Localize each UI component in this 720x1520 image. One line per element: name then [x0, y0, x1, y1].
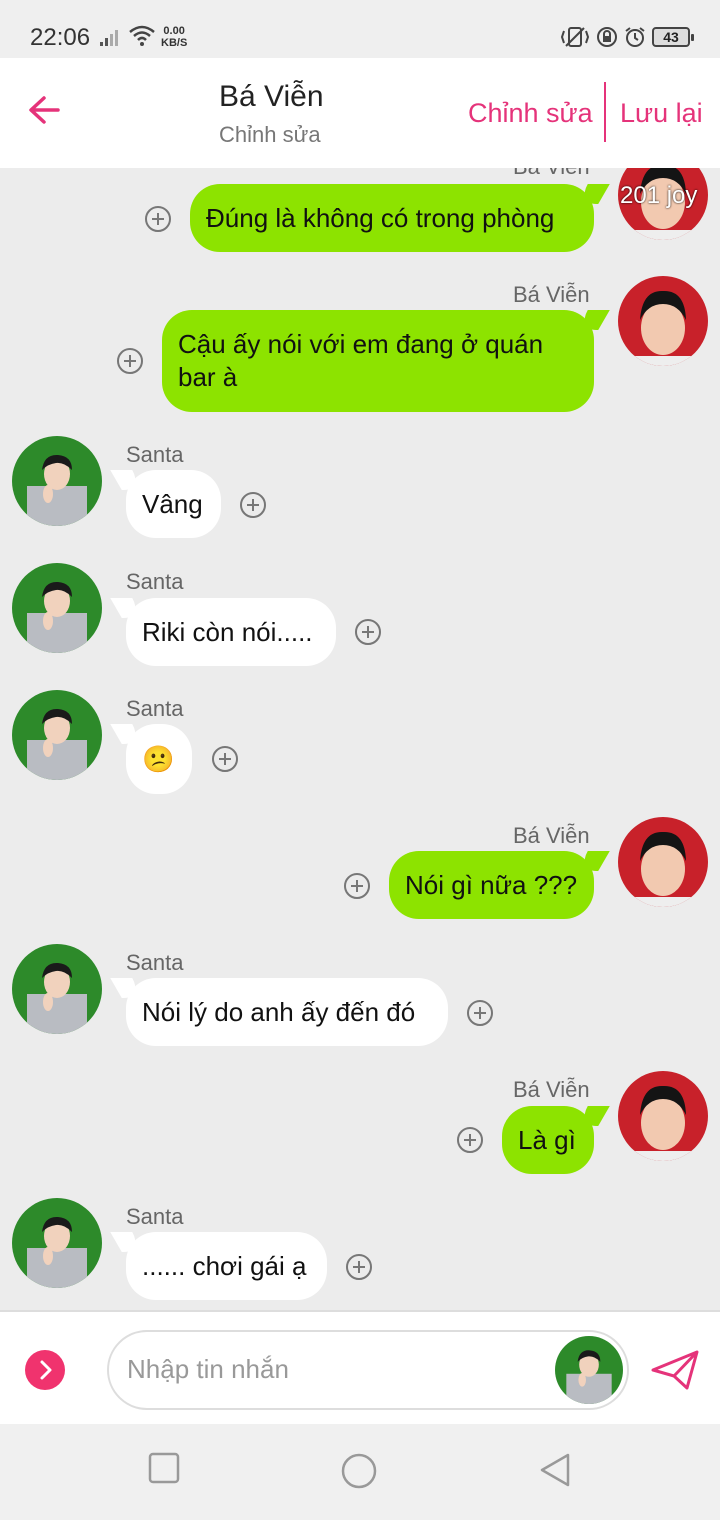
avatar-santa[interactable] [12, 1198, 102, 1288]
rotation-lock-icon [597, 27, 617, 47]
react-plus-icon[interactable] [355, 619, 381, 645]
recent-apps-icon[interactable] [148, 1452, 180, 1484]
expand-menu-button[interactable] [25, 1350, 65, 1390]
message-bubble-sent[interactable]: Là gì [502, 1106, 594, 1174]
page-subtitle: Chỉnh sửa [219, 122, 321, 147]
message-text: Nói lý do anh ấy đến đó [142, 996, 416, 1027]
emoji-confused-icon: 😕 [142, 743, 175, 774]
save-button[interactable]: Lưu lại [620, 98, 703, 129]
react-plus-icon[interactable] [467, 1000, 493, 1026]
react-plus-icon[interactable] [212, 746, 238, 772]
net-speed: 0.00 KB/S [161, 25, 187, 49]
message-bubble-received[interactable]: Riki còn nói..... [126, 598, 336, 666]
message-bubble-received[interactable]: ...... chơi gái ạ [126, 1232, 327, 1300]
avatar-ba-vien[interactable] [618, 817, 708, 907]
avatar-ba-vien[interactable] [618, 1071, 708, 1161]
sender-name: Santa [126, 696, 184, 721]
vibrate-icon [560, 27, 590, 47]
top-badge: 201 joy [620, 182, 698, 209]
avatar-santa[interactable] [12, 563, 102, 653]
message-text: Cậu ấy nói với em đang ở quán bar à [178, 329, 544, 392]
avatar-santa[interactable] [12, 944, 102, 1034]
message-text: Vâng [142, 488, 203, 519]
message-bubble-received[interactable]: 😕 [126, 724, 192, 794]
sender-name: Bá Viễn [513, 168, 590, 180]
react-plus-icon[interactable] [344, 873, 370, 899]
avatar-ba-vien[interactable] [618, 276, 708, 366]
header-divider [604, 82, 606, 142]
page-title: Bá Viễn [219, 80, 324, 113]
alarm-icon [625, 27, 645, 47]
message-bubble-sent[interactable]: Cậu ấy nói với em đang ở quán bar à [162, 310, 594, 412]
chevron-right-icon [40, 1360, 52, 1380]
message-bubble-received[interactable]: Vâng [126, 470, 221, 538]
sender-name: Santa [126, 569, 184, 594]
sender-avatar-switch[interactable] [555, 1336, 623, 1404]
message-text: Đúng là không có trong phòng [206, 202, 555, 233]
message-input[interactable]: Nhập tin nhắn [107, 1330, 629, 1410]
avatar-santa[interactable] [12, 690, 102, 780]
message-input-bar: Nhập tin nhắn [0, 1310, 720, 1424]
message-text: Nói gì nữa ??? [405, 869, 578, 900]
react-plus-icon[interactable] [117, 348, 143, 374]
home-icon[interactable] [340, 1452, 378, 1490]
send-icon[interactable] [650, 1348, 700, 1392]
chat-messages[interactable]: Bá Viễn 201 joy Đúng là không có trong p… [0, 168, 720, 1310]
sender-name: Bá Viễn [513, 1077, 590, 1102]
message-input-placeholder: Nhập tin nhắn [127, 1354, 289, 1384]
message-text: Là gì [518, 1124, 576, 1155]
chat-header: Bá Viễn Chỉnh sửa Chỉnh sửa Lưu lại [0, 58, 720, 168]
message-bubble-received[interactable]: Nói lý do anh ấy đến đó [126, 978, 448, 1046]
react-plus-icon[interactable] [145, 206, 171, 232]
wifi-icon [129, 25, 155, 46]
react-plus-icon[interactable] [457, 1127, 483, 1153]
net-speed-value: 0.00 [163, 25, 185, 37]
sender-name: Santa [126, 1204, 184, 1229]
message-bubble-sent[interactable]: Đúng là không có trong phòng [190, 184, 594, 252]
back-arrow-icon[interactable] [24, 90, 64, 130]
message-text: ...... chơi gái ạ [142, 1250, 307, 1281]
sender-name: Santa [126, 950, 184, 975]
status-bar: 22:06 0.00 KB/S 43 [0, 0, 720, 58]
sender-name: Bá Viễn [513, 823, 590, 848]
react-plus-icon[interactable] [240, 492, 266, 518]
back-nav-icon[interactable] [538, 1452, 572, 1488]
sender-name: Bá Viễn [513, 282, 590, 307]
edit-button[interactable]: Chỉnh sửa [468, 98, 593, 129]
avatar-santa[interactable] [12, 436, 102, 526]
message-text: Riki còn nói..... [142, 616, 313, 647]
system-nav-bar [0, 1424, 720, 1520]
sender-name: Santa [126, 442, 184, 467]
battery-icon: 43 [652, 27, 694, 47]
react-plus-icon[interactable] [346, 1254, 372, 1280]
net-speed-unit: KB/S [161, 37, 188, 49]
status-time: 22:06 [30, 24, 91, 51]
message-bubble-sent[interactable]: Nói gì nữa ??? [389, 851, 594, 919]
battery-level: 43 [663, 29, 679, 45]
signal-icon [100, 30, 118, 46]
